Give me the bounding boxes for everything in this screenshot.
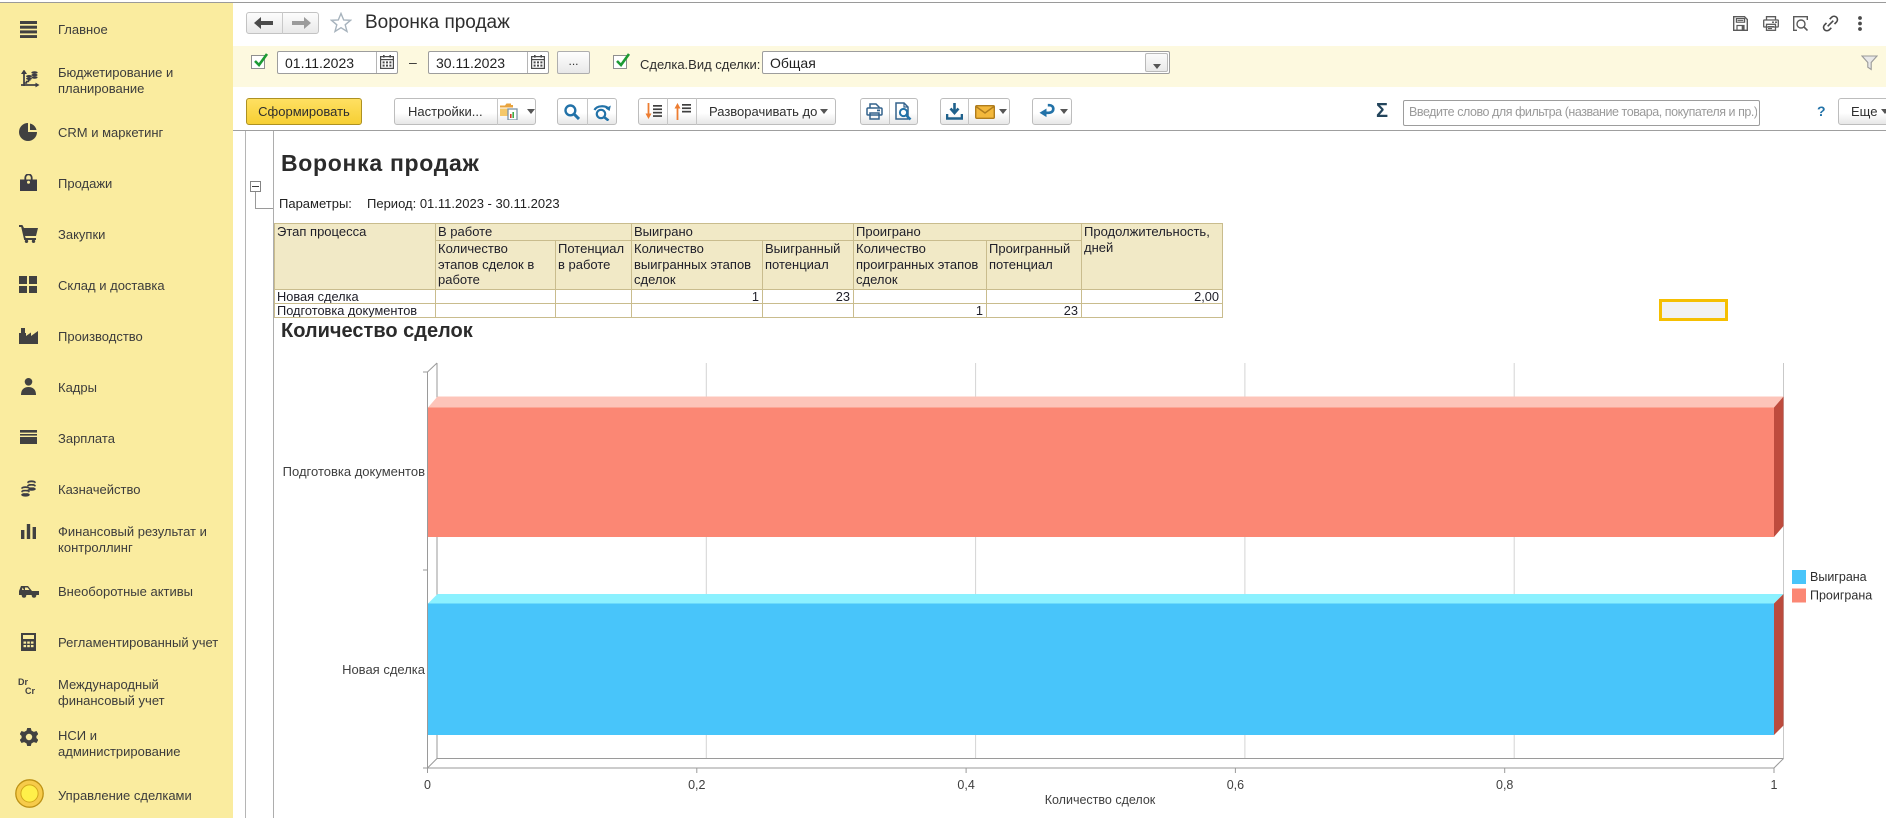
svg-text:1: 1 (1771, 778, 1778, 792)
svg-text:0,4: 0,4 (957, 778, 974, 792)
svg-text:Количество сделок: Количество сделок (1045, 793, 1156, 807)
svg-text:Выиграна: Выиграна (1810, 570, 1867, 584)
svg-text:Новая сделка: Новая сделка (342, 662, 426, 677)
svg-text:Подготовка документов: Подготовка документов (283, 464, 425, 479)
svg-text:0,8: 0,8 (1496, 778, 1513, 792)
svg-text:Проиграна: Проиграна (1810, 589, 1872, 603)
svg-text:0: 0 (424, 778, 431, 792)
svg-text:0,6: 0,6 (1227, 778, 1244, 792)
svg-text:0,2: 0,2 (688, 778, 705, 792)
